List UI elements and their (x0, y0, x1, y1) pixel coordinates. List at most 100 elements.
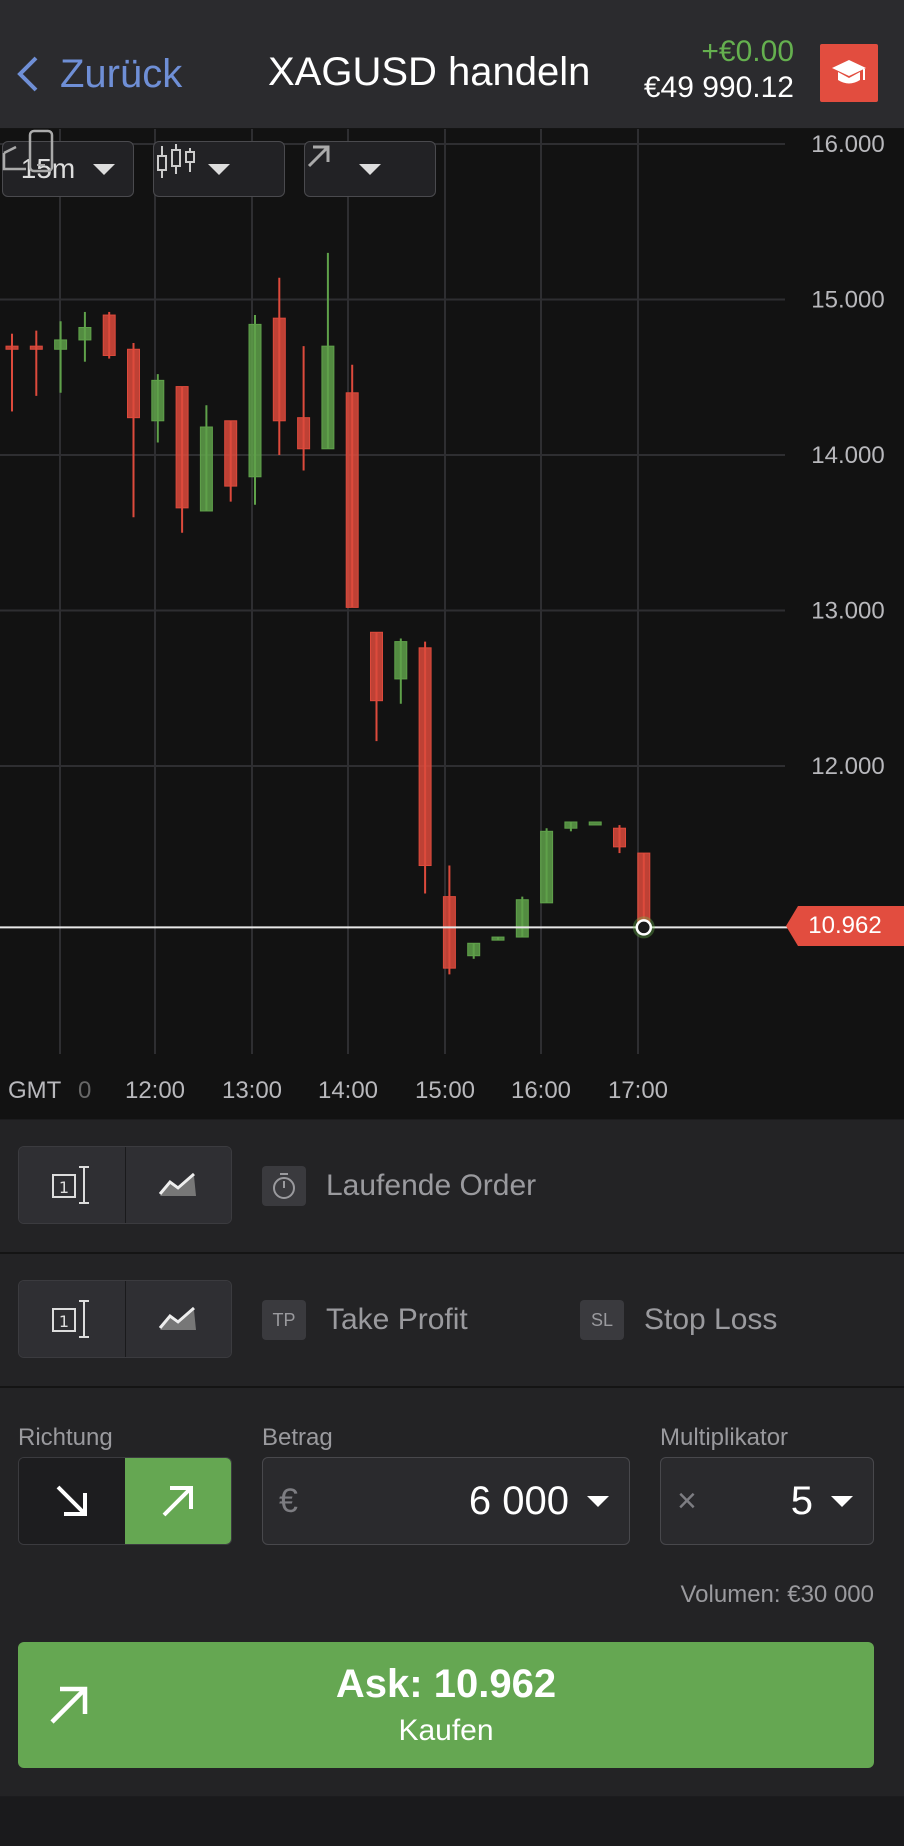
arrow-down-right-icon (56, 1485, 87, 1516)
candle-body (515, 899, 529, 938)
chart-type-select[interactable] (153, 141, 285, 197)
candle-body (127, 348, 140, 419)
take-profit-badge: TP (262, 1300, 306, 1340)
candle-body (394, 641, 408, 680)
multiplier-value: 5 (790, 1478, 813, 1523)
candle-body (467, 942, 481, 957)
top-bar: Zurück XAGUSD handeln +€0.00 €49 990.12 (0, 0, 904, 129)
candle-body (637, 852, 651, 928)
candle-body (5, 345, 19, 350)
amount-value: 6 000 (468, 1478, 569, 1523)
amount-input[interactable]: € 6 000 (262, 1457, 630, 1545)
x-tick-label: 13:00 (222, 1077, 282, 1104)
candle-body (345, 392, 359, 608)
candle-body (588, 821, 602, 826)
volume-text: Volumen: €30 000 (680, 1581, 875, 1608)
pending-order-row: 1 Laufende Order (0, 1120, 904, 1254)
candle-body (540, 830, 554, 904)
chevron-down-icon[interactable] (587, 1495, 609, 1507)
candle-body (297, 417, 311, 450)
currency-symbol: € (279, 1481, 298, 1520)
stop-loss-label: Stop Loss (644, 1303, 778, 1336)
candle-body (418, 647, 432, 867)
timer-icon (262, 1166, 306, 1206)
drawing-tools-select[interactable] (304, 141, 436, 197)
chart-mode-button[interactable] (124, 1281, 231, 1357)
current-price-tag: 10.962 (786, 906, 904, 946)
candle-body (272, 317, 286, 422)
take-profit-option[interactable]: TP Take Profit (262, 1300, 468, 1340)
candle-body (175, 386, 189, 509)
multiply-symbol: × (677, 1481, 697, 1520)
buy-label: Kaufen (398, 1714, 494, 1747)
timezone-offset: 0 (78, 1077, 91, 1104)
candle-body (321, 345, 335, 450)
pending-order-option[interactable]: Laufende Order (262, 1166, 536, 1206)
arrow-up-right-icon (162, 1486, 193, 1517)
price-mode-button[interactable]: 1 (19, 1147, 125, 1223)
chevron-down-icon[interactable] (831, 1495, 853, 1507)
y-tick-label: 13.000 (811, 598, 884, 625)
stop-loss-option[interactable]: SL Stop Loss (580, 1300, 777, 1340)
line-chart-icon (159, 1172, 197, 1196)
price-chart[interactable]: 16.000 15.000 14.000 13.000 12.000 12:00 13:00… (0, 129, 904, 1119)
y-tick-label: 12.000 (811, 753, 884, 780)
balance-value: €49 990.12 (643, 71, 794, 104)
price-mode-button[interactable]: 1 (19, 1281, 125, 1357)
account-balance: +€0.00 €49 990.12 (644, 34, 794, 106)
education-button[interactable] (820, 44, 878, 102)
timezone-label: GMT (8, 1077, 62, 1104)
direction-label: Richtung (18, 1424, 113, 1451)
x-tick-label: 17:00 (608, 1077, 668, 1104)
rotate-device-icon[interactable] (0, 129, 56, 173)
price-level-icon: 1 (51, 1300, 89, 1338)
candle-body (613, 827, 626, 848)
y-tick-label: 15.000 (811, 287, 884, 314)
candlestick-icon (157, 144, 195, 178)
direction-toggle (18, 1457, 232, 1545)
candle-body (29, 345, 43, 350)
chart-mode-button[interactable] (124, 1147, 231, 1223)
chevron-left-icon (17, 56, 38, 92)
candle-body (491, 936, 505, 941)
candlestick-chart[interactable]: 16.000 15.000 14.000 13.000 12.000 12:00 13:00… (0, 129, 904, 1119)
arrow-up-right-icon (307, 145, 330, 168)
chevron-down-icon (359, 163, 381, 175)
x-tick-label: 16:00 (511, 1077, 571, 1104)
chevron-down-icon (208, 163, 230, 175)
svg-text:1: 1 (59, 1312, 69, 1331)
multiplier-select[interactable]: × 5 (660, 1457, 874, 1545)
x-tick-label: 14:00 (318, 1077, 378, 1104)
candle-body (370, 631, 383, 702)
candle-body (199, 426, 213, 512)
candle-body (78, 326, 92, 341)
candle-body (442, 896, 456, 969)
sell-direction-button[interactable] (19, 1458, 125, 1544)
y-tick-label: 14.000 (811, 442, 884, 469)
buy-button[interactable]: Ask: 10.962 Kaufen (18, 1642, 874, 1768)
ask-price: Ask: 10.962 (335, 1662, 557, 1706)
candle-body (224, 420, 238, 487)
pnl-value: +€0.00 (701, 35, 794, 68)
stop-loss-badge: SL (580, 1300, 624, 1340)
tp-sl-mode-toggle: 1 (18, 1280, 232, 1358)
x-tick-label: 15:00 (415, 1077, 475, 1104)
order-mode-toggle: 1 (18, 1146, 232, 1224)
amount-label: Betrag (262, 1424, 333, 1451)
candle-body (248, 323, 262, 478)
buy-direction-button[interactable] (125, 1458, 231, 1544)
pending-order-label: Laufende Order (326, 1169, 537, 1202)
candle-body (564, 821, 578, 829)
svg-text:1: 1 (59, 1178, 69, 1197)
back-button[interactable]: Zurück (14, 48, 182, 100)
candle-body (102, 314, 116, 356)
y-tick-label: 16.000 (811, 131, 884, 158)
line-chart-icon (159, 1306, 197, 1330)
tp-sl-row: 1 TP Take Profit SL Stop Loss (0, 1254, 904, 1388)
back-label: Zurück (60, 51, 183, 96)
graduation-cap-icon (832, 60, 866, 84)
current-price-marker (635, 919, 653, 936)
bottom-bar (0, 1797, 904, 1846)
page-title: XAGUSD handeln (268, 50, 591, 94)
price-level-icon: 1 (51, 1166, 89, 1204)
